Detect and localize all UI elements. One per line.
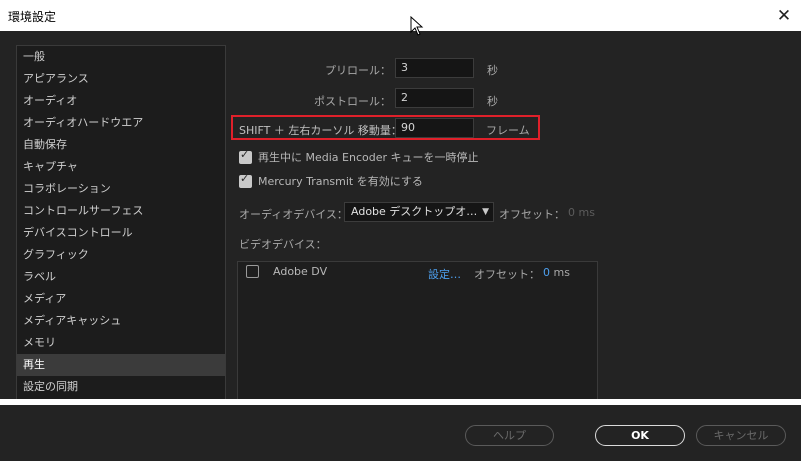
cursor-icon (410, 15, 424, 39)
sidebar-item-memory[interactable]: メモリ (17, 332, 225, 354)
preferences-sidebar: 一般 アピアランス オーディオ オーディオハードウエア 自動保存 キャプチャ コ… (16, 45, 226, 399)
sidebar-item-auto-save[interactable]: 自動保存 (17, 134, 225, 156)
video-offset-value: 0 (543, 266, 550, 279)
audio-offset-value: 0 ms (568, 206, 595, 219)
help-button[interactable]: ヘルプ (465, 425, 554, 446)
video-device-row[interactable]: Adobe DV (246, 265, 327, 278)
preferences-dialog: 環境設定 ✕ 一般 アピアランス オーディオ オーディオハードウエア 自動保存 … (0, 0, 801, 399)
sidebar-item-audio-hardware[interactable]: オーディオハードウエア (17, 112, 225, 134)
sidebar-item-graphics[interactable]: グラフィック (17, 244, 225, 266)
pause-encoder-label: 再生中に Media Encoder キューを一時停止 (258, 151, 479, 164)
shift-cursor-input[interactable]: 90 (395, 118, 474, 138)
sidebar-item-audio[interactable]: オーディオ (17, 90, 225, 112)
video-device-label: ビデオデバイス： (239, 238, 327, 251)
sidebar-item-device-control[interactable]: デバイスコントロール (17, 222, 225, 244)
sidebar-item-general[interactable]: 一般 (17, 46, 225, 68)
audio-device-value: Adobe デスクトップオ… (351, 205, 478, 218)
video-device-name: Adobe DV (273, 265, 328, 278)
checkmark-icon: ✓ (240, 147, 250, 161)
checkmark-icon: ✓ (240, 171, 250, 185)
window-title: 環境設定 (8, 10, 57, 24)
sidebar-item-playback[interactable]: 再生 (17, 354, 225, 376)
dialog-footer: ヘルプ OK キャンセル (0, 405, 801, 461)
preroll-input[interactable]: 3 (395, 58, 474, 78)
postroll-label: ポストロール： (314, 95, 391, 108)
close-icon[interactable]: ✕ (770, 3, 798, 29)
pause-encoder-checkbox[interactable]: ✓ (239, 147, 252, 164)
sidebar-item-sync-settings[interactable]: 設定の同期 (17, 376, 225, 398)
video-device-checkbox[interactable] (246, 265, 259, 278)
sidebar-item-capture[interactable]: キャプチャ (17, 156, 225, 178)
sidebar-item-media-cache[interactable]: メディアキャッシュ (17, 310, 225, 332)
video-device-settings-link[interactable]: 設定… (428, 266, 461, 282)
sidebar-item-appearance[interactable]: アピアランス (17, 68, 225, 90)
postroll-unit: 秒 (487, 95, 498, 108)
audio-device-label: オーディオデバイス： (239, 208, 348, 221)
chevron-down-icon: ▼ (482, 207, 489, 217)
pause-encoder-row[interactable]: ✓ 再生中に Media Encoder キューを一時停止 (239, 147, 479, 165)
sidebar-item-control-surface[interactable]: コントロールサーフェス (17, 200, 225, 222)
sidebar-item-media[interactable]: メディア (17, 288, 225, 310)
preroll-unit: 秒 (487, 64, 498, 77)
audio-device-dropdown[interactable]: Adobe デスクトップオ… ▼ (344, 202, 494, 222)
cancel-button[interactable]: キャンセル (696, 425, 786, 446)
sidebar-item-collaboration[interactable]: コラボレーション (17, 178, 225, 200)
video-device-list: Adobe DV 設定… オフセット： 0 ms (237, 261, 598, 399)
ok-button[interactable]: OK (595, 425, 685, 446)
video-offset-field[interactable]: 0 ms (543, 266, 570, 279)
postroll-input[interactable]: 2 (395, 88, 474, 108)
audio-offset-label: オフセット： (499, 208, 565, 221)
video-offset-label: オフセット： (474, 268, 540, 281)
shift-cursor-unit: フレーム (486, 124, 530, 137)
mercury-transmit-row[interactable]: ✓ Mercury Transmit を有効にする (239, 171, 423, 189)
mercury-transmit-label: Mercury Transmit を有効にする (258, 175, 423, 188)
preroll-label: プリロール： (325, 64, 391, 77)
sidebar-item-labels[interactable]: ラベル (17, 266, 225, 288)
shift-cursor-label: SHIFT ＋ 左右カーソル 移動量： (239, 124, 402, 137)
video-offset-unit: ms (553, 266, 570, 279)
mercury-transmit-checkbox[interactable]: ✓ (239, 171, 252, 188)
title-bar: 環境設定 ✕ (0, 0, 801, 31)
